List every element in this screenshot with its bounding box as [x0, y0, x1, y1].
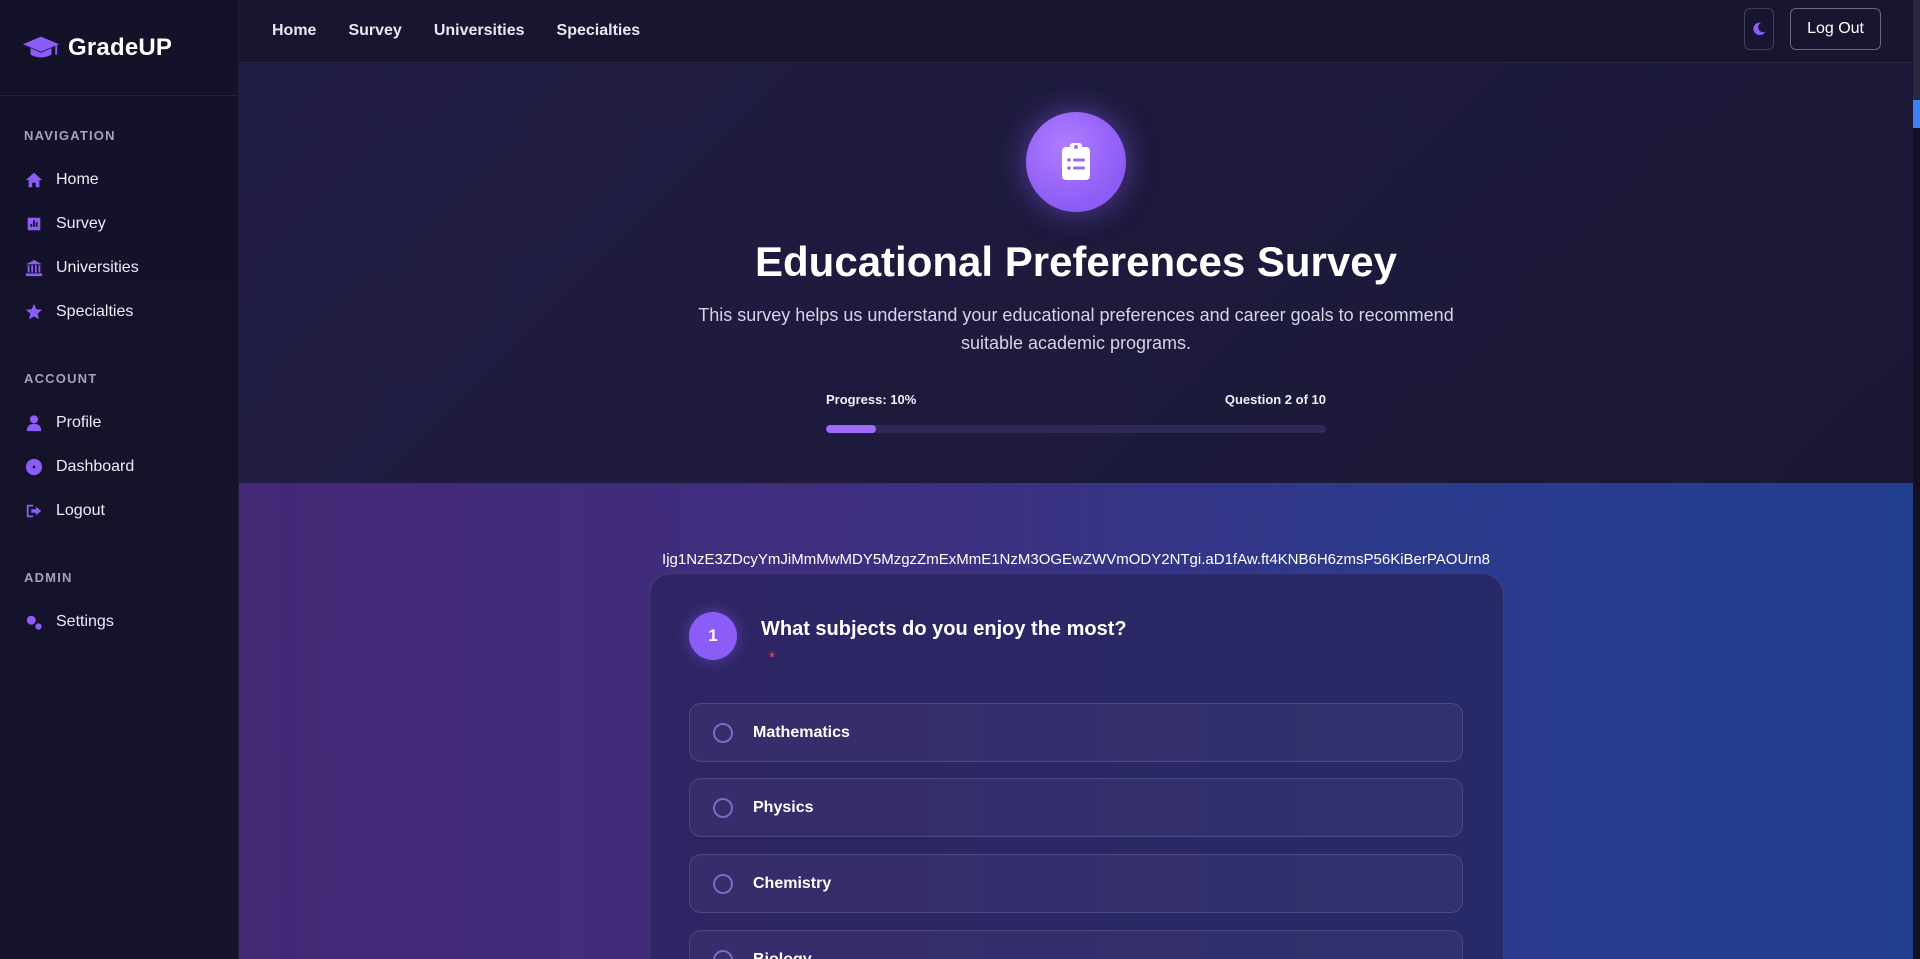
question-card: 1 What subjects do you enjoy the most? *… — [649, 573, 1504, 959]
sidebar-item-label: Settings — [56, 613, 114, 630]
dashboard-icon — [24, 457, 44, 477]
chart-icon — [24, 214, 44, 234]
option-label: Physics — [753, 798, 814, 816]
progress-section: Progress: 10% Question 2 of 10 — [826, 392, 1326, 433]
university-icon — [24, 258, 44, 278]
moon-icon — [1753, 22, 1766, 36]
sidebar-item-label: Home — [56, 171, 99, 188]
top-actions: Log Out — [1744, 8, 1881, 50]
required-indicator: * — [769, 649, 775, 666]
option-chemistry[interactable]: Chemistry — [689, 854, 1463, 913]
sidebar-item-specialties[interactable]: Specialties — [24, 285, 238, 339]
survey-hero: Educational Preferences Survey This surv… — [239, 63, 1913, 483]
option-label: Chemistry — [753, 874, 832, 892]
graduation-cap-icon — [22, 36, 60, 57]
sidebar-item-label: Specialties — [56, 303, 134, 320]
question-counter: Question 2 of 10 — [1224, 392, 1326, 407]
topnav-home-link[interactable]: Home — [272, 22, 316, 40]
topnav-specialties-link[interactable]: Specialties — [557, 22, 641, 40]
sidebar-item-logout[interactable]: Logout — [24, 484, 238, 538]
scrollbar-accent — [1913, 100, 1920, 128]
page-description: This survey helps us understand your edu… — [698, 305, 1454, 353]
top-navbar: Home Survey Universities Specialties Log… — [239, 0, 1913, 63]
question-text: What subjects do you enjoy the most? — [761, 618, 1127, 640]
nav-section-account: ACCOUNT Profile Dashboard Logout — [0, 371, 238, 538]
top-nav-links: Home Survey Universities Specialties — [272, 22, 672, 40]
sidebar: GradeUP NAVIGATION Home Survey Universit… — [0, 0, 239, 959]
brand[interactable]: GradeUP — [0, 0, 238, 96]
option-physics[interactable]: Physics — [689, 778, 1463, 837]
radio-button[interactable] — [713, 797, 733, 818]
topnav-survey-link[interactable]: Survey — [348, 22, 401, 40]
sidebar-item-label: Dashboard — [56, 458, 135, 475]
logout-button[interactable]: Log Out — [1790, 8, 1881, 50]
option-label: Mathematics — [753, 723, 850, 741]
home-icon — [24, 170, 44, 190]
radio-button[interactable] — [713, 949, 733, 959]
survey-main: Ijg1NzE3ZDcyYmJiMmMwMDY5MzgzZmExMmE1NzM3… — [239, 483, 1913, 959]
gears-icon — [24, 612, 44, 632]
topnav-universities-link[interactable]: Universities — [434, 22, 525, 40]
question-number-badge: 1 — [689, 612, 737, 660]
sidebar-item-label: Profile — [56, 414, 102, 431]
sidebar-item-settings[interactable]: Settings — [24, 595, 238, 649]
progress-bar-fill — [826, 425, 876, 433]
theme-toggle-button[interactable] — [1744, 8, 1775, 50]
logout-icon — [24, 501, 44, 521]
radio-button[interactable] — [713, 873, 733, 894]
clipboard-list-icon — [1026, 112, 1126, 212]
page-title: Educational Preferences Survey — [755, 238, 1397, 285]
option-mathematics[interactable]: Mathematics — [689, 703, 1463, 762]
progress-label: Progress: 10% — [826, 392, 917, 407]
brand-name: GradeUP — [68, 33, 173, 61]
section-title: NAVIGATION — [24, 128, 116, 143]
sidebar-item-label: Survey — [56, 215, 106, 232]
star-icon — [24, 302, 44, 322]
user-icon — [24, 413, 44, 433]
page-scrollbar[interactable] — [1913, 0, 1920, 959]
sidebar-item-label: Logout — [56, 502, 105, 519]
progress-labels: Progress: 10% Question 2 of 10 — [826, 392, 1326, 407]
sidebar-item-label: Universities — [56, 259, 139, 276]
radio-button[interactable] — [713, 722, 733, 743]
option-label: Biology — [753, 950, 812, 959]
nav-section-navigation: NAVIGATION Home Survey Universities Spec… — [0, 128, 238, 339]
progress-bar — [826, 425, 1326, 433]
section-title: ADMIN — [24, 570, 73, 585]
nav-section-admin: ADMIN Settings — [0, 570, 238, 649]
section-title: ACCOUNT — [24, 371, 98, 386]
session-token-text: Ijg1NzE3ZDcyYmJiMmMwMDY5MzgzZmExMmE1NzM3… — [662, 551, 1490, 568]
option-biology[interactable]: Biology — [689, 930, 1463, 959]
